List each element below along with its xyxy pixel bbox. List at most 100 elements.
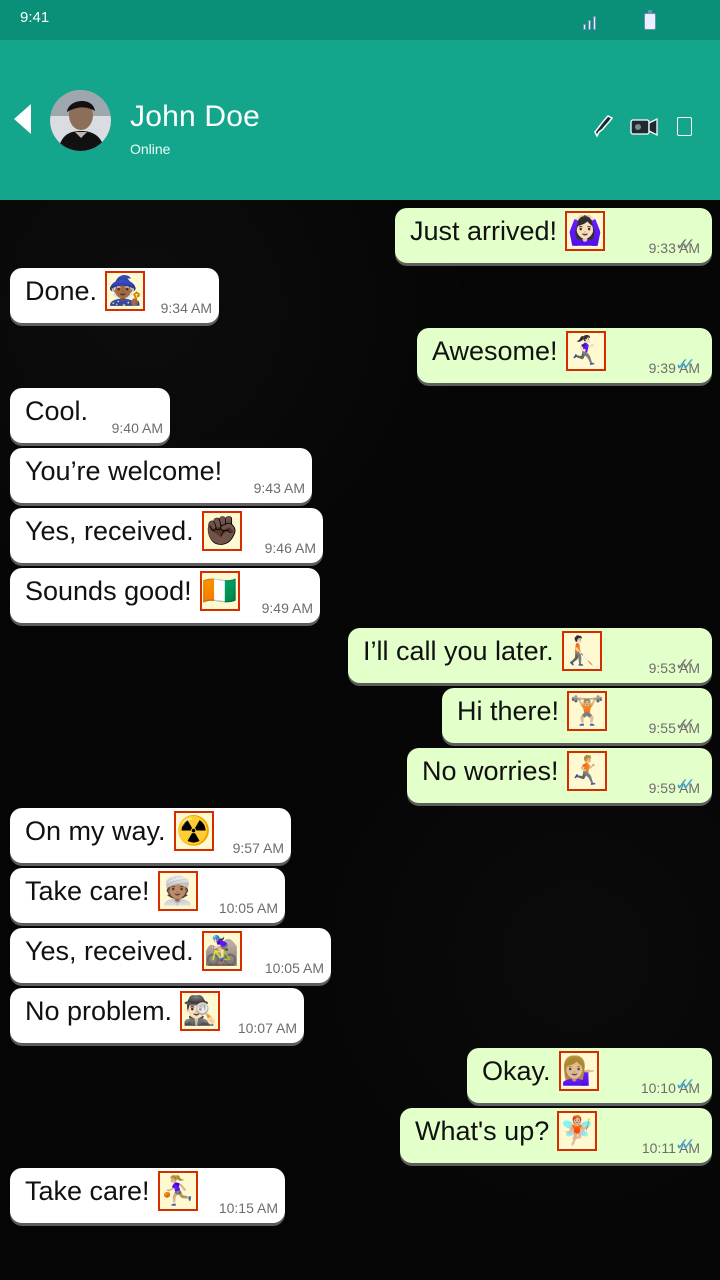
message-time: 9:43 AM (253, 480, 305, 496)
read-receipt-icon: ✓✓ (675, 235, 696, 254)
message-text: Awesome! (432, 336, 558, 366)
back-icon[interactable] (14, 104, 31, 134)
message-text: Just arrived! (410, 216, 558, 246)
message-time: 9:40 AM (111, 420, 163, 436)
message-content: Yes, received. ✊🏿 (25, 510, 242, 552)
message-time: 10:15 AM (218, 1200, 278, 1216)
more-options-button[interactable] (668, 110, 700, 142)
message-bubble[interactable]: Awesome! 🏃🏻‍♀️‍➡️ 9:39 AM ✓✓ (417, 328, 712, 383)
message-emoji: 👳🏽 (157, 871, 198, 911)
read-receipt-icon: ✓✓ (675, 1135, 696, 1154)
read-receipt-icon: ✓✓ (675, 1075, 696, 1094)
message-text: Yes, received. (25, 516, 194, 546)
message-text: What's up? (415, 1116, 550, 1146)
message-content: On my way. ☢️ (25, 810, 214, 852)
message-content: I’ll call you later. 🧑🏻‍🦯‍➡️ (363, 630, 602, 672)
message-bubble[interactable]: No problem. 🕵🏻‍♂️ 10:07 AM (10, 988, 304, 1043)
status-time: 9:41 (20, 9, 50, 26)
message-text: On my way. (25, 816, 166, 846)
menu-icon (676, 116, 692, 136)
message-content: You’re welcome! (25, 450, 222, 492)
message-text: No problem. (25, 996, 173, 1026)
message-emoji: 🚵🏻‍♀️ (201, 931, 242, 971)
message-time: 9:34 AM (160, 300, 212, 316)
message-content: Done. 🧙🏾 (25, 270, 146, 312)
message-bubble[interactable]: Take care! ⛹🏼‍♀️ 10:15 AM (10, 1168, 285, 1223)
message-content: Awesome! 🏃🏻‍♀️‍➡️ (432, 330, 606, 372)
message-emoji: 🇨🇮 (199, 571, 240, 611)
video-call-button[interactable] (628, 110, 660, 142)
message-bubble[interactable]: Okay. 💁🏼‍♀️ 10:10 AM ✓✓ (467, 1048, 712, 1103)
message-time: 9:49 AM (261, 600, 313, 616)
call-button[interactable] (588, 110, 620, 142)
message-bubble[interactable]: Yes, received. ✊🏿 9:46 AM (10, 508, 323, 563)
message-content: Take care! ⛹🏼‍♀️ (25, 1170, 198, 1212)
message-content: Yes, received. 🚵🏻‍♀️ (25, 930, 242, 972)
message-emoji: 🧙🏾 (105, 271, 146, 311)
message-emoji: 💁🏼‍♀️ (558, 1051, 599, 1091)
message-text: Done. (25, 276, 98, 306)
battery-icon (641, 10, 659, 30)
message-emoji: 🏃🏻‍♀️‍➡️ (565, 331, 606, 371)
message-emoji: ☢️ (173, 811, 214, 851)
message-bubble[interactable]: No worries! 🏃🏼‍➡️ 9:59 AM ✓✓ (407, 748, 712, 803)
message-text: Sounds good! (25, 576, 192, 606)
chat-header: John Doe Online (0, 40, 720, 200)
message-bubble[interactable]: I’ll call you later. 🧑🏻‍🦯‍➡️ 9:53 AM ✓✓ (348, 628, 712, 683)
message-content: Take care! 👳🏽 (25, 870, 198, 912)
message-content: Sounds good! 🇨🇮 (25, 570, 240, 612)
message-bubble[interactable]: Take care! 👳🏽 10:05 AM (10, 868, 285, 923)
message-text: Hi there! (457, 696, 560, 726)
message-content: No problem. 🕵🏻‍♂️ (25, 990, 221, 1032)
message-emoji: 🕵🏻‍♂️ (180, 991, 221, 1031)
message-bubble[interactable]: Hi there! 🏋🏼 9:55 AM ✓✓ (442, 688, 712, 743)
chat-messages[interactable]: Just arrived! 🙆🏻‍♀️ 9:33 AM ✓✓ Done. 🧙🏾 … (0, 200, 720, 1280)
avatar[interactable] (50, 90, 111, 151)
message-text: I’ll call you later. (363, 636, 554, 666)
message-content: No worries! 🏃🏼‍➡️ (422, 750, 607, 792)
message-bubble[interactable]: Just arrived! 🙆🏻‍♀️ 9:33 AM ✓✓ (395, 208, 712, 263)
message-bubble[interactable]: Sounds good! 🇨🇮 9:49 AM (10, 568, 320, 623)
message-content: Hi there! 🏋🏼 (457, 690, 608, 732)
message-text: No worries! (422, 756, 559, 786)
message-emoji: 🧚🏼 (557, 1111, 598, 1151)
message-bubble[interactable]: Cool. 9:40 AM (10, 388, 170, 443)
message-content: Okay. 💁🏼‍♀️ (482, 1050, 599, 1092)
message-bubble[interactable]: On my way. ☢️ 9:57 AM (10, 808, 291, 863)
message-time: 10:07 AM (237, 1020, 297, 1036)
avatar-photo (50, 90, 111, 151)
message-emoji: 🧑🏻‍🦯‍➡️ (561, 631, 602, 671)
message-emoji: ⛹🏼‍♀️ (157, 1171, 198, 1211)
read-receipt-icon: ✓✓ (675, 775, 696, 794)
phone-icon (594, 115, 614, 138)
message-emoji: 🏋🏼 (567, 691, 608, 731)
message-bubble[interactable]: What's up? 🧚🏼 10:11 AM ✓✓ (400, 1108, 712, 1163)
message-text: Okay. (482, 1056, 551, 1086)
message-bubble[interactable]: Done. 🧙🏾 9:34 AM (10, 268, 219, 323)
video-camera-icon (630, 117, 658, 137)
message-emoji: 🏃🏼‍➡️ (566, 751, 607, 791)
message-text: Take care! (25, 1176, 150, 1206)
signal-icon (580, 10, 598, 30)
message-time: 10:05 AM (264, 960, 324, 976)
read-receipt-icon: ✓✓ (675, 655, 696, 674)
message-content: What's up? 🧚🏼 (415, 1110, 598, 1152)
message-text: Cool. (25, 396, 89, 426)
message-text: Yes, received. (25, 936, 194, 966)
status-bar: 9:41 (0, 0, 720, 40)
message-emoji: ✊🏿 (201, 511, 242, 551)
contact-name[interactable]: John Doe (130, 100, 260, 134)
contact-status: Online (130, 141, 171, 157)
read-receipt-icon: ✓✓ (675, 715, 696, 734)
message-bubble[interactable]: You’re welcome! 9:43 AM (10, 448, 312, 503)
message-time: 9:57 AM (232, 840, 284, 856)
message-time: 10:05 AM (218, 900, 278, 916)
message-text: You’re welcome! (25, 456, 223, 486)
message-bubble[interactable]: Yes, received. 🚵🏻‍♀️ 10:05 AM (10, 928, 331, 983)
message-time: 9:46 AM (264, 540, 316, 556)
message-content: Cool. (25, 390, 88, 432)
message-content: Just arrived! 🙆🏻‍♀️ (410, 210, 606, 252)
message-emoji: 🙆🏻‍♀️ (565, 211, 606, 251)
message-text: Take care! (25, 876, 150, 906)
read-receipt-icon: ✓✓ (675, 355, 696, 374)
